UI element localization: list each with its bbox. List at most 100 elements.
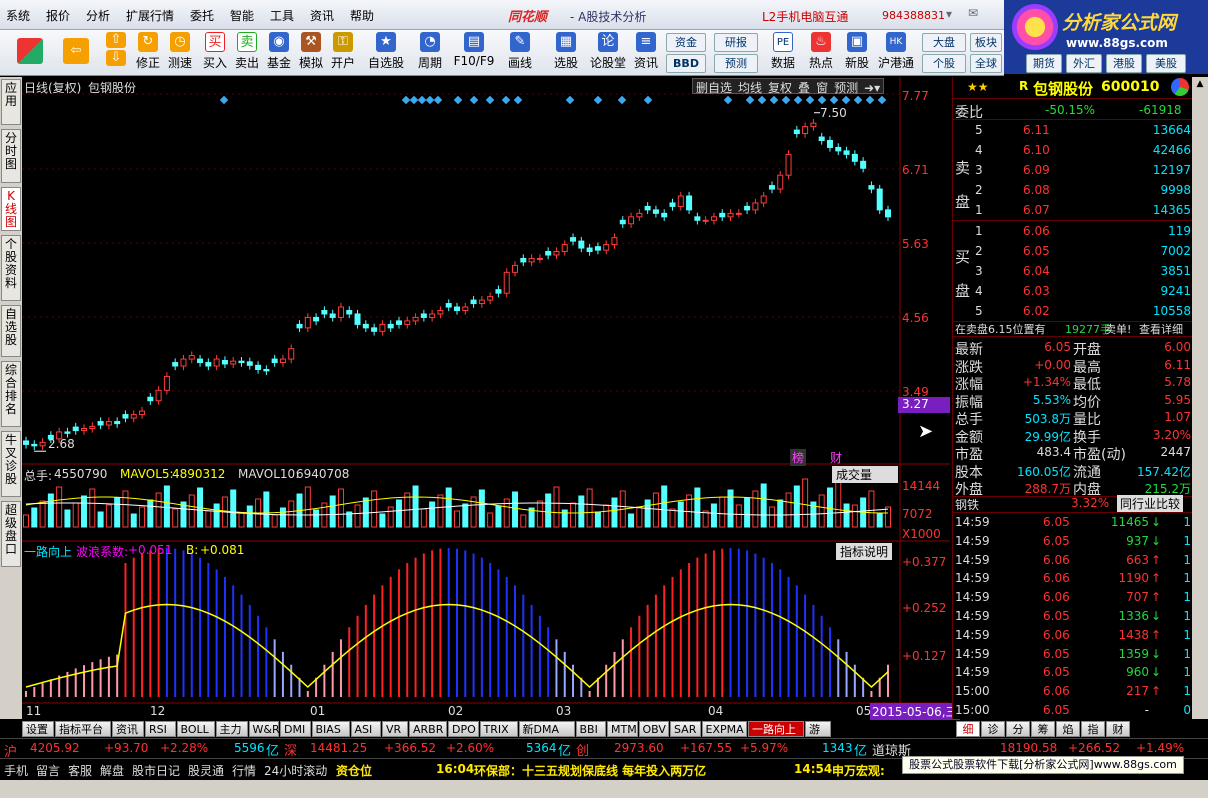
indicator-tab[interactable]: VR [382,721,408,737]
index-sz-name[interactable]: 深 [284,740,297,759]
news-button[interactable]: ≡ 资讯 [630,32,662,74]
us-stocks-button[interactable]: 美股 [1146,54,1186,73]
indicator-help-button[interactable]: 指标说明 [836,543,893,560]
sell-price[interactable]: 6.08 [1023,183,1050,197]
sell-price[interactable]: 6.11 [1023,123,1050,137]
market-button[interactable]: 大盘 [922,33,966,52]
menu-trade[interactable]: 委托 [190,7,214,24]
indicator-tab[interactable]: DPO [448,721,479,737]
ipo-button[interactable]: ▣ 新股 [840,32,874,74]
predict-button[interactable]: 预测 [831,81,861,95]
indicator-tab[interactable]: OBV [638,721,669,737]
menu-system[interactable]: 系统 [6,7,30,24]
adjust-button[interactable]: 复权 [765,81,795,95]
right-tab[interactable]: 诊 [981,721,1005,737]
simulate-button[interactable]: ⚒ 模拟 [296,32,326,74]
menu-news[interactable]: 资讯 [310,7,334,24]
back-button[interactable]: ⇦ [58,32,94,74]
status-item[interactable]: 留言 [36,762,60,779]
ad-banner[interactable]: 股票公式股票软件下载[分析家公式网]www.88gs.com [902,756,1184,774]
indicator-tab[interactable]: BIAS [311,721,350,737]
sector-button[interactable]: 板块 [970,33,1002,52]
side-tab-intraday[interactable]: 分时图 [1,129,21,183]
buy-price[interactable]: 6.02 [1023,304,1050,318]
status-item[interactable]: 手机 [4,762,28,779]
buy-price[interactable]: 6.05 [1023,244,1050,258]
research-button[interactable]: 研报 [714,33,758,52]
menu-extended[interactable]: 扩展行情 [126,7,174,24]
indicator-tab[interactable]: W&R [248,721,280,737]
indicator-tab[interactable]: TRIX [479,721,518,737]
side-tab-watchlist[interactable]: 自选股 [1,305,21,357]
right-tab[interactable]: 分 [1006,721,1030,737]
indicator-tab[interactable]: 一路向上 [748,721,804,737]
finance-marker[interactable]: 财 [830,449,842,466]
volume-menu[interactable]: 成交量 [832,466,898,483]
sell-price[interactable]: 6.09 [1023,163,1050,177]
sell-price[interactable]: 6.07 [1023,203,1050,217]
scroll-up-icon[interactable]: ▲ [1194,79,1206,93]
hk-stocks-button[interactable]: 港股 [1106,54,1142,73]
funds-button[interactable]: 资金 [666,33,706,52]
fix-button[interactable]: ↻ 修正 [132,32,164,74]
status-item[interactable]: 解盘 [100,762,124,779]
status-item[interactable]: 股市日记 [132,762,180,779]
right-tab[interactable]: 细 [956,721,980,737]
ma-button[interactable]: 均线 [735,81,765,95]
indicator-tab[interactable]: RSI [145,721,176,737]
indicator-tab[interactable]: 游 [805,721,831,737]
bbd-button[interactable]: BBD [666,54,706,73]
buy-price[interactable]: 6.04 [1023,264,1050,278]
indicator-tab[interactable]: 设置 [22,721,54,737]
sector-name[interactable]: 钢铁 [955,496,979,513]
menu-smart[interactable]: 智能 [230,7,254,24]
indicator-tab[interactable]: BOLL [176,721,215,737]
data-button[interactable]: PE 数据 [764,32,802,74]
forecast-button[interactable]: 预测 [714,54,758,73]
watchlist-button[interactable]: ★ 自选股 [364,32,408,74]
indicator-tab[interactable]: 资讯 [112,721,144,737]
indicator-tab[interactable]: MTM [607,721,638,737]
side-tab-diagnose[interactable]: 牛叉诊股 [1,431,21,497]
indicator-tab[interactable]: BBI [575,721,606,737]
side-tab-ranking[interactable]: 综合排名 [1,361,21,427]
draw-line-button[interactable]: ✎ 画线 [500,32,540,74]
news-2-text[interactable]: 申万宏观: [832,762,885,779]
note-detail-link[interactable]: 查看详细 [1139,321,1183,337]
side-tab-profile[interactable]: 个股资料 [1,235,21,301]
speed-test-button[interactable]: ◷ 测速 [164,32,196,74]
skin-icon[interactable]: ✉ [968,6,978,20]
overlay-button[interactable]: 叠 [795,81,813,95]
menu-analysis[interactable]: 分析 [86,7,110,24]
period-button[interactable]: ◔ 周期 [410,32,450,74]
remove-watch-button[interactable]: 删自选 [693,81,735,95]
pie-chart-icon[interactable] [1171,78,1189,96]
sell-button[interactable]: 卖卖出 [232,32,262,74]
buy-button[interactable]: 买买入 [200,32,230,74]
status-item[interactable]: 股灵通 [188,762,224,779]
menu-quote[interactable]: 报价 [46,7,70,24]
menu-tools[interactable]: 工具 [270,7,294,24]
forum-button[interactable]: 论论股堂 [588,32,628,74]
expand-arrow-icon[interactable]: ➜▾ [861,81,883,95]
global-button[interactable]: 全球 [970,54,1002,73]
hotspot-button[interactable]: ♨ 热点 [804,32,838,74]
status-item[interactable]: 24小时滚动 [264,762,327,779]
indicator-tab[interactable]: DMI [280,721,311,737]
right-tab[interactable]: 焰 [1056,721,1080,737]
right-tab[interactable]: 财 [1106,721,1130,737]
status-item[interactable]: 行情 [232,762,256,779]
buy-price[interactable]: 6.06 [1023,224,1050,238]
indicator-tab[interactable]: EXPMA [701,721,747,737]
indicator-tab[interactable]: SAR [670,721,701,737]
indicator-tab[interactable]: 新DMA [518,721,575,737]
futures-button[interactable]: 期货 [1026,54,1062,73]
sector-compare-button[interactable]: 同行业比较 [1117,495,1184,512]
right-scrollbar[interactable]: ▲ [1192,77,1208,719]
indicator-tab[interactable]: 主力 [215,721,248,737]
stock-button[interactable]: 个股 [922,54,966,73]
sell-price[interactable]: 6.10 [1023,143,1050,157]
minimize-icon[interactable]: ▾ [946,7,952,21]
updown-button[interactable]: ⇧ ⇩ [102,32,130,74]
hk-connect-button[interactable]: HK 沪港通 [876,32,916,74]
